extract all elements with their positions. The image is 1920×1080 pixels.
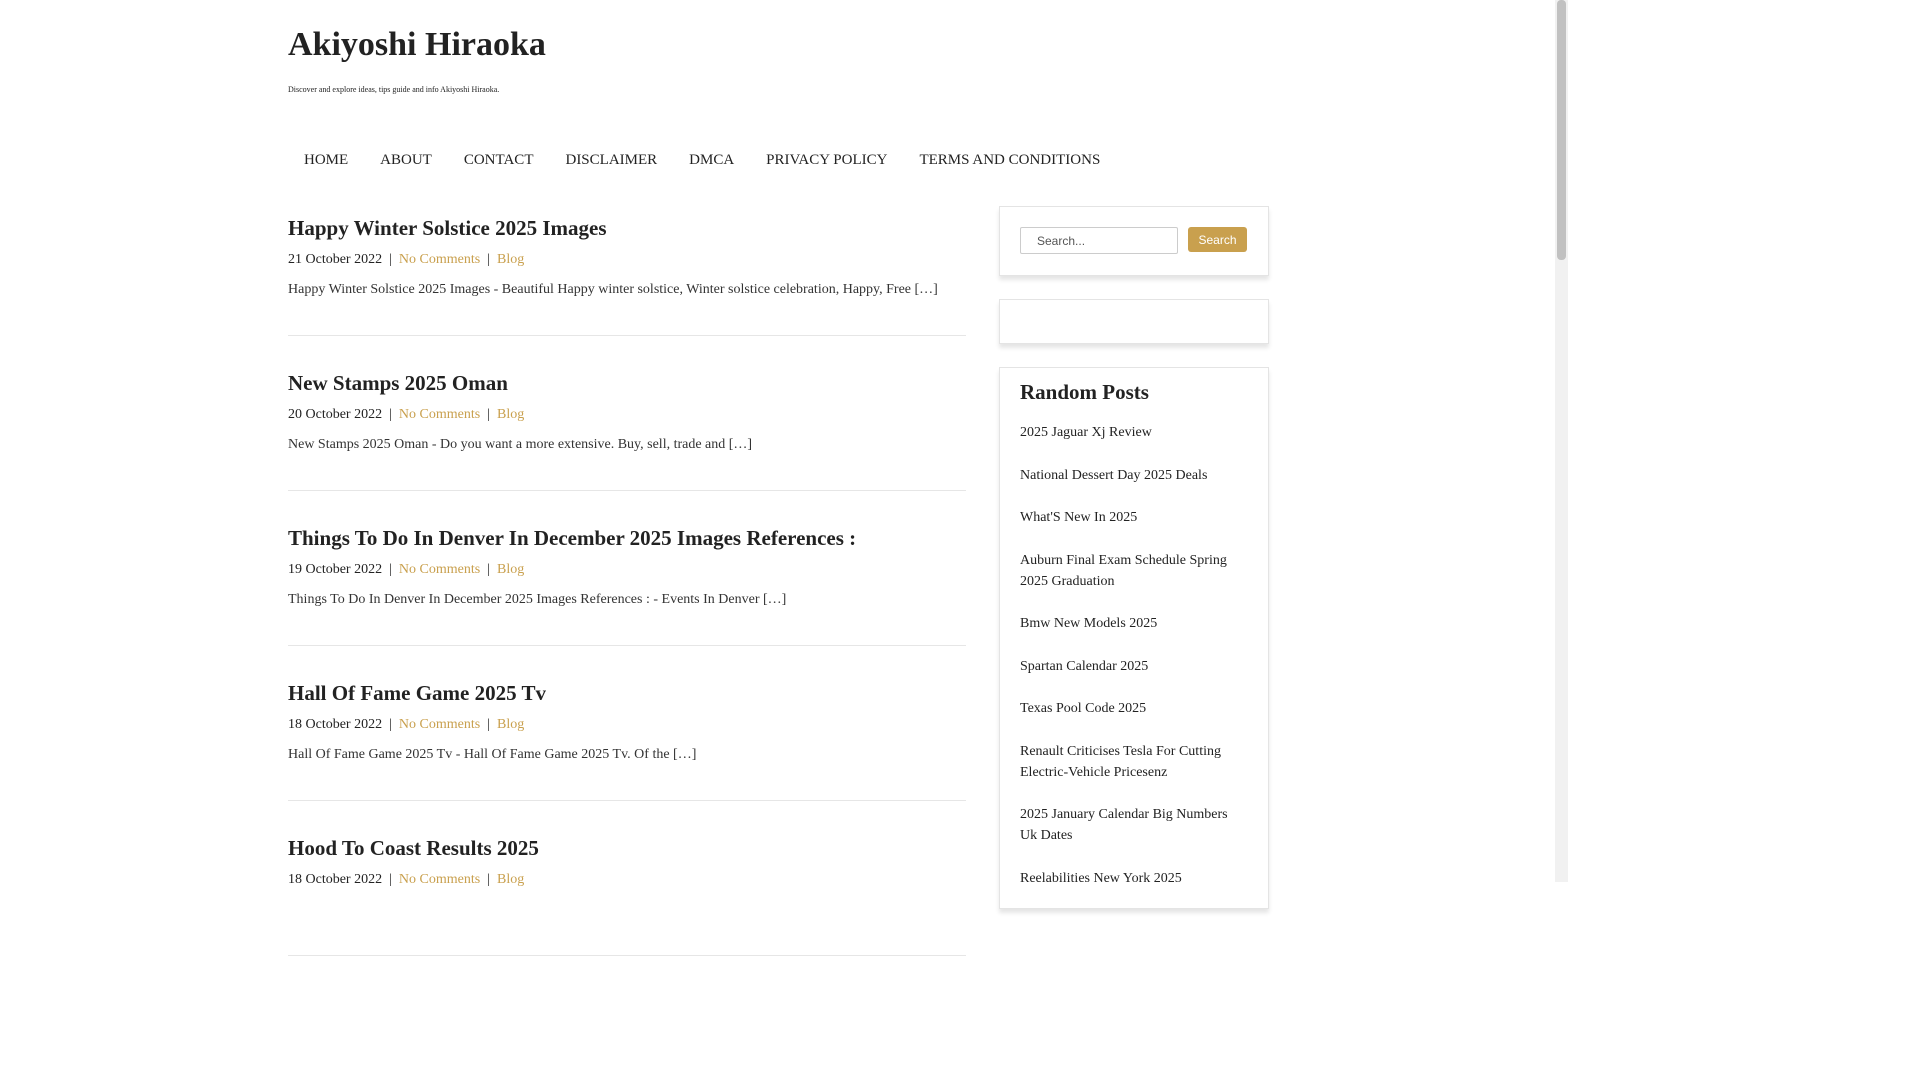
nav-item-dmca[interactable]: DMCA bbox=[673, 148, 750, 173]
post-list: Happy Winter Solstice 2025 Images 21 Oct… bbox=[288, 206, 966, 981]
meta-separator: | bbox=[389, 562, 392, 577]
post-meta: 18 October 2022 | No Comments | Blog bbox=[288, 872, 524, 888]
post-category-link[interactable]: Blog bbox=[497, 407, 524, 422]
nav-item-terms-and-conditions[interactable]: TERMS AND CONDITIONS bbox=[903, 148, 1116, 173]
post-title[interactable]: Hall Of Fame Game 2025 Tv bbox=[288, 681, 546, 706]
random-post-link[interactable]: 2025 January Calendar Big Numbers Uk Dat… bbox=[1020, 804, 1248, 846]
nav-item-home[interactable]: HOME bbox=[288, 148, 364, 173]
nav-item-about[interactable]: ABOUT bbox=[364, 148, 448, 173]
meta-separator: | bbox=[389, 717, 392, 732]
page-scrollbar[interactable] bbox=[1555, 0, 1568, 882]
post-meta: 21 October 2022 | No Comments | Blog bbox=[288, 252, 524, 268]
post-excerpt: Things To Do In Denver In December 2025 … bbox=[288, 592, 787, 607]
post-meta: 19 October 2022 | No Comments | Blog bbox=[288, 562, 524, 578]
random-post-link[interactable]: Spartan Calendar 2025 bbox=[1020, 656, 1248, 677]
meta-separator: | bbox=[487, 717, 490, 732]
post-meta: 18 October 2022 | No Comments | Blog bbox=[288, 717, 524, 733]
post-category-link[interactable]: Blog bbox=[497, 252, 524, 267]
post-item: Hood To Coast Results 2025 18 October 20… bbox=[288, 826, 966, 956]
search-input[interactable] bbox=[1020, 227, 1178, 254]
meta-separator: | bbox=[487, 562, 490, 577]
meta-separator: | bbox=[389, 872, 392, 887]
random-post-link[interactable]: What'S New In 2025 bbox=[1020, 507, 1248, 528]
site-tagline: Discover and explore ideas, tips guide a… bbox=[288, 85, 500, 94]
post-title[interactable]: Happy Winter Solstice 2025 Images bbox=[288, 216, 607, 241]
random-posts-list: 2025 Jaguar Xj Review National Dessert D… bbox=[1020, 422, 1248, 910]
random-post-link[interactable]: Auburn Final Exam Schedule Spring 2025 G… bbox=[1020, 550, 1248, 592]
meta-separator: | bbox=[389, 252, 392, 267]
random-posts-title: Random Posts bbox=[1020, 380, 1149, 404]
random-post-link[interactable]: Renault Criticises Tesla For Cutting Ele… bbox=[1020, 741, 1248, 783]
nav-item-privacy-policy[interactable]: PRIVACY POLICY bbox=[750, 148, 903, 173]
random-post-link[interactable]: National Dessert Day 2025 Deals bbox=[1020, 465, 1248, 486]
meta-separator: | bbox=[389, 407, 392, 422]
meta-separator: | bbox=[487, 407, 490, 422]
post-title[interactable]: Things To Do In Denver In December 2025 … bbox=[288, 526, 856, 551]
post-category-link[interactable]: Blog bbox=[497, 562, 524, 577]
nav-item-disclaimer[interactable]: DISCLAIMER bbox=[549, 148, 673, 173]
post-category-link[interactable]: Blog bbox=[497, 872, 524, 887]
post-meta: 20 October 2022 | No Comments | Blog bbox=[288, 407, 524, 423]
random-post-link[interactable]: Reelabilities New York 2025 bbox=[1020, 868, 1248, 889]
nav-item-contact[interactable]: CONTACT bbox=[448, 148, 550, 173]
meta-separator: | bbox=[487, 252, 490, 267]
post-comments-link[interactable]: No Comments bbox=[399, 252, 480, 267]
post-date: 18 October 2022 bbox=[288, 872, 383, 887]
random-posts-widget: Random Posts 2025 Jaguar Xj Review Natio… bbox=[999, 367, 1269, 909]
random-post-link[interactable]: Bmw New Models 2025 bbox=[1020, 613, 1248, 634]
post-comments-link[interactable]: No Comments bbox=[399, 562, 480, 577]
post-comments-link[interactable]: No Comments bbox=[399, 717, 480, 732]
site-title[interactable]: Akiyoshi Hiraoka bbox=[288, 26, 546, 64]
random-post-link[interactable]: 2025 Jaguar Xj Review bbox=[1020, 422, 1248, 443]
post-title[interactable]: New Stamps 2025 Oman bbox=[288, 371, 508, 396]
meta-separator: | bbox=[487, 872, 490, 887]
post-item: New Stamps 2025 Oman 20 October 2022 | No … bbox=[288, 361, 966, 491]
post-date: 19 October 2022 bbox=[288, 562, 383, 577]
scrollbar-thumb[interactable] bbox=[1557, 0, 1566, 260]
post-date: 18 October 2022 bbox=[288, 717, 383, 732]
post-date: 20 October 2022 bbox=[288, 407, 383, 422]
random-post-link[interactable]: Texas Pool Code 2025 bbox=[1020, 698, 1248, 719]
search-widget: Search bbox=[999, 206, 1269, 276]
post-item: Hall Of Fame Game 2025 Tv 18 October 202… bbox=[288, 671, 966, 801]
post-item: Things To Do In Denver In December 2025 … bbox=[288, 516, 966, 646]
post-excerpt: Happy Winter Solstice 2025 Images - Beau… bbox=[288, 282, 938, 297]
main-nav: HOME ABOUT CONTACT DISCLAIMER DMCA PRIVA… bbox=[288, 148, 1116, 173]
search-button[interactable]: Search bbox=[1188, 227, 1247, 252]
post-category-link[interactable]: Blog bbox=[497, 717, 524, 732]
post-comments-link[interactable]: No Comments bbox=[399, 407, 480, 422]
post-date: 21 October 2022 bbox=[288, 252, 383, 267]
empty-widget bbox=[999, 299, 1269, 344]
post-item: Happy Winter Solstice 2025 Images 21 Oct… bbox=[288, 206, 966, 336]
post-comments-link[interactable]: No Comments bbox=[399, 872, 480, 887]
post-excerpt: New Stamps 2025 Oman - Do you want a mor… bbox=[288, 437, 753, 452]
post-excerpt: Hall Of Fame Game 2025 Tv - Hall Of Fame… bbox=[288, 747, 697, 762]
post-title[interactable]: Hood To Coast Results 2025 bbox=[288, 836, 539, 861]
